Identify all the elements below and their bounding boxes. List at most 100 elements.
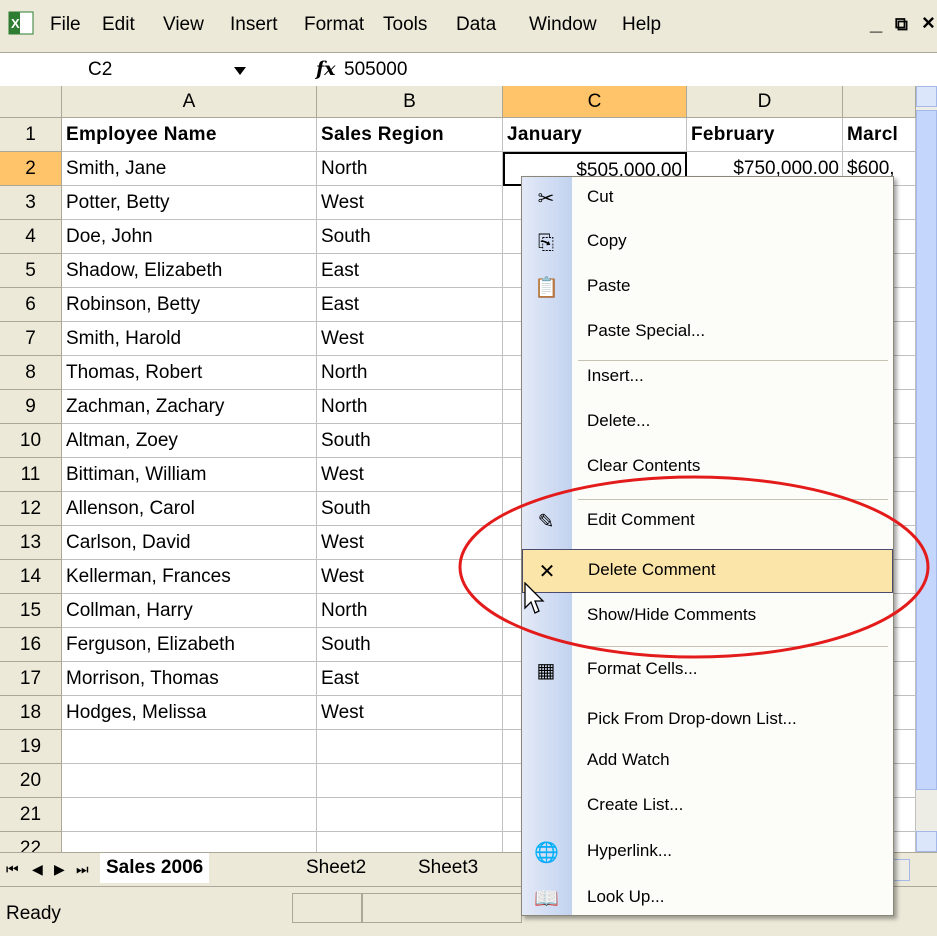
cell-a-4[interactable]: Doe, John [62,220,317,254]
row-header[interactable]: 7 [0,322,62,356]
cell-a-9[interactable]: Zachman, Zachary [62,390,317,424]
menu-item-look-up[interactable]: 📖 Look Up... [522,877,893,921]
menu-insert[interactable]: Insert [230,14,278,36]
cell-a-14[interactable]: Kellerman, Frances [62,560,317,594]
menu-item-paste-special[interactable]: Paste Special... [522,311,893,355]
column-header-c[interactable]: C [503,86,687,118]
column-header-b[interactable]: B [317,86,503,118]
cell-b-8[interactable]: North [317,356,503,390]
cell-a-20[interactable] [62,764,317,798]
row-header[interactable]: 16 [0,628,62,662]
cell-d-1[interactable]: February [687,118,843,152]
column-header-e[interactable] [843,86,916,118]
menu-data[interactable]: Data [456,14,496,36]
cell-b-2[interactable]: North [317,152,503,186]
cell-a-15[interactable]: Collman, Harry [62,594,317,628]
row-header[interactable]: 17 [0,662,62,696]
cell-b-6[interactable]: East [317,288,503,322]
column-header-d[interactable]: D [687,86,843,118]
menu-help[interactable]: Help [622,14,661,36]
cell-a-6[interactable]: Robinson, Betty [62,288,317,322]
cell-b-5[interactable]: East [317,254,503,288]
cell-a-11[interactable]: Bittiman, William [62,458,317,492]
scroll-up-button[interactable] [916,86,937,107]
scroll-thumb[interactable] [916,110,937,790]
row-header[interactable]: 6 [0,288,62,322]
vertical-scrollbar[interactable] [916,86,937,852]
cell-b-18[interactable]: West [317,696,503,730]
cell-b-19[interactable] [317,730,503,764]
cell-a-22[interactable] [62,832,317,852]
row-header[interactable]: 19 [0,730,62,764]
cell-a-16[interactable]: Ferguson, Elizabeth [62,628,317,662]
formula-input[interactable]: 505000 [344,59,407,81]
first-sheet-button[interactable]: ⏮ [6,861,19,878]
row-header[interactable]: 13 [0,526,62,560]
minimize-button[interactable]: _ [870,10,882,36]
row-header[interactable]: 8 [0,356,62,390]
menu-item-delete[interactable]: Delete... [522,401,893,445]
menu-item-insert[interactable]: Insert... [522,356,893,400]
last-sheet-button[interactable]: ⏭ [76,861,89,878]
cell-b-10[interactable]: South [317,424,503,458]
cell-a-2[interactable]: Smith, Jane [62,152,317,186]
chevron-down-icon[interactable] [234,67,246,75]
function-icon[interactable]: fx [316,58,336,80]
menu-tools[interactable]: Tools [383,14,427,36]
cell-a-18[interactable]: Hodges, Melissa [62,696,317,730]
row-header[interactable]: 9 [0,390,62,424]
menu-item-create-list[interactable]: Create List... [522,785,893,829]
cell-e-1[interactable]: Marcl [843,118,916,152]
menu-item-paste[interactable]: 📋 Paste [522,266,893,310]
row-header[interactable]: 3 [0,186,62,220]
menu-item-cut[interactable]: ✂ Cut [522,177,893,221]
menu-item-copy[interactable]: ⎘ Copy [522,221,893,265]
cell-a-5[interactable]: Shadow, Elizabeth [62,254,317,288]
row-header[interactable]: 2 [0,152,62,186]
row-header[interactable]: 10 [0,424,62,458]
excel-app-icon[interactable]: X [6,10,36,36]
cell-a-1[interactable]: Employee Name [62,118,317,152]
row-header[interactable]: 14 [0,560,62,594]
row-header[interactable]: 4 [0,220,62,254]
sheet-tab-sales-2006[interactable]: Sales 2006 [100,853,210,883]
next-sheet-button[interactable]: ▶ [54,861,65,878]
close-button[interactable]: × [922,10,935,36]
menu-view[interactable]: View [163,14,204,36]
sheet-tab-sheet3[interactable]: Sheet3 [412,853,484,883]
menu-item-hyperlink[interactable]: 🌐 Hyperlink... [522,831,893,875]
prev-sheet-button[interactable]: ◀ [32,861,43,878]
cell-a-3[interactable]: Potter, Betty [62,186,317,220]
cell-a-19[interactable] [62,730,317,764]
cell-b-7[interactable]: West [317,322,503,356]
cell-a-7[interactable]: Smith, Harold [62,322,317,356]
row-header[interactable]: 22 [0,832,62,852]
select-all-corner[interactable] [0,86,62,118]
menu-item-pick-from-drop-down-list[interactable]: Pick From Drop-down List... [522,699,893,743]
row-header[interactable]: 18 [0,696,62,730]
cell-c-1[interactable]: January [503,118,687,152]
cell-b-22[interactable] [317,832,503,852]
row-header[interactable]: 21 [0,798,62,832]
cell-a-12[interactable]: Allenson, Carol [62,492,317,526]
sheet-tab-sheet2[interactable]: Sheet2 [300,853,372,883]
menu-file[interactable]: File [50,14,81,36]
name-box[interactable]: C2 [0,53,300,87]
menu-window[interactable]: Window [529,14,597,36]
row-header[interactable]: 20 [0,764,62,798]
cell-b-9[interactable]: North [317,390,503,424]
cell-b-3[interactable]: West [317,186,503,220]
menu-format[interactable]: Format [304,14,364,36]
menu-item-add-watch[interactable]: Add Watch [522,740,893,784]
cell-a-21[interactable] [62,798,317,832]
cell-b-17[interactable]: East [317,662,503,696]
row-header[interactable]: 11 [0,458,62,492]
row-header[interactable]: 1 [0,118,62,152]
cell-a-8[interactable]: Thomas, Robert [62,356,317,390]
column-header-a[interactable]: A [62,86,317,118]
cell-b-20[interactable] [317,764,503,798]
row-header[interactable]: 15 [0,594,62,628]
cell-b-4[interactable]: South [317,220,503,254]
row-header[interactable]: 5 [0,254,62,288]
cell-b-1[interactable]: Sales Region [317,118,503,152]
